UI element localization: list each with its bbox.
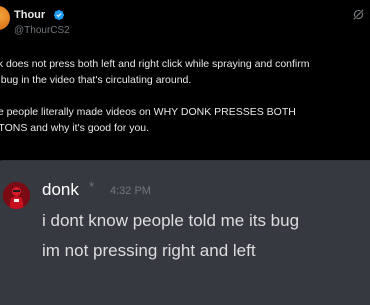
- author-handle[interactable]: @ThourCS2: [14, 25, 70, 36]
- tweet-text: nk does not press both left and right cl…: [0, 56, 370, 136]
- grok-icon[interactable]: [352, 8, 365, 21]
- discord-username: donk: [42, 180, 79, 199]
- tweet-text-line: nk does not press both left and right cl…: [0, 58, 310, 70]
- tweet-text-line: he people literally made videos on WHY D…: [0, 106, 296, 118]
- discord-star: *: [89, 179, 95, 194]
- verified-badge-icon: [53, 9, 65, 21]
- author-avatar[interactable]: [0, 6, 10, 30]
- avatar-figure-icon: [3, 182, 30, 209]
- embedded-discord-screenshot[interactable]: donk * 4:32 PM i dont know people told m…: [0, 160, 370, 305]
- discord-timestamp: 4:32 PM: [110, 185, 151, 197]
- tweet-text-line: TTONS and why it's good for you.: [0, 122, 150, 134]
- author-name[interactable]: Thour: [14, 9, 45, 21]
- discord-avatar: [3, 182, 30, 209]
- tweet: Thour @ThourCS2 nk does not press both l…: [0, 0, 370, 305]
- tweet-text-line: a bug in the video that's circulating ar…: [0, 74, 192, 86]
- discord-message-line: im not pressing right and left: [42, 241, 256, 260]
- discord-message-line: i dont know people told me its bug: [42, 211, 300, 230]
